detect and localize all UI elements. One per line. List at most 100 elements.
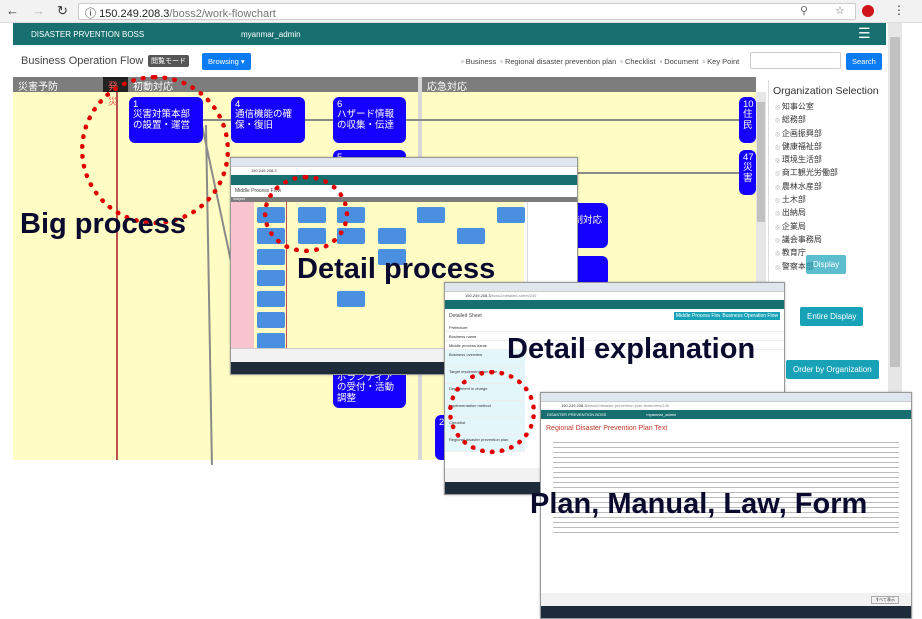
column-header: 応急対応 [422,77,756,93]
organization-option[interactable]: 企業局 [775,221,886,234]
hamburger-icon[interactable]: ☰ [858,25,871,42]
process-box[interactable]: 47 災害 [739,150,756,195]
downloads-bar: すべて表示 [541,593,911,606]
filter-label: Checklist [625,57,656,66]
field-label: Prefecture [445,323,784,332]
url-path: /boss2/detailed-sheet/240 [490,293,537,298]
highlight-circle [263,175,349,253]
toolbar: Business Operation Flow 閲覧モード Browsing ▾… [13,45,886,77]
filter-business[interactable]: ▫ Business [461,57,496,66]
filter-checklist[interactable]: ▫ Checklist [620,57,655,66]
subject-column [231,202,254,352]
subject-header: Subject [233,197,245,201]
address-bar[interactable]: ⓘ 150.249.208.3/boss2/work-flowchart [78,3,856,20]
highlight-circle [80,75,230,225]
filter-label: Business [465,57,497,66]
process-text: 通信機能の確保・復旧 [235,109,293,131]
organization-option[interactable]: 総務部 [775,114,886,127]
url-host: 150.249.208.3 [465,293,491,298]
filter-label: Document [664,57,699,66]
process-box[interactable]: ボランティアの受付・活動調整 [333,370,406,408]
navbar: DISASTER PRVENTION BOSS myanmar_admin ☰ [13,23,886,45]
user-name: myanmar_admin [646,412,677,417]
organization-option[interactable]: 議会事務局 [775,234,886,247]
detail-box[interactable] [257,249,285,265]
url-path: /boss2/disaster-prevention-plan-texts/vi… [586,403,670,408]
navbar: DISASTER PREVENTION BOSS myanmar_admin [541,410,911,419]
process-text: 住民 [743,109,753,131]
big-process-label: Big process [20,208,186,240]
filter-regional-plan[interactable]: ▫ Regional disaster prevention plan [500,57,616,66]
url-path: /boss2/work-flowchart [169,8,276,20]
detail-explanation-label: Detail explanation [507,333,756,365]
organization-option[interactable]: 企画振興部 [775,128,886,141]
business-flow-button[interactable]: Business Operation Flow [720,312,780,320]
plan-manual-label: Plan, Manual, Law, Form [530,488,868,520]
organization-option[interactable]: 環境生活部 [775,154,886,167]
organization-option[interactable]: 土木部 [775,194,886,207]
filter-key-point[interactable]: ▫ Key Point [702,57,739,66]
plan-title: Regional Disaster Prevention Plan Text [546,425,668,432]
star-icon[interactable]: ☆ [835,4,845,17]
page-title: Business Operation Flow [21,55,144,67]
filter-label: Regional disaster prevention plan [504,57,617,66]
search-button[interactable]: Search [846,53,882,70]
organization-option[interactable]: 商工観光労働部 [775,167,886,180]
organization-option[interactable]: 出納局 [775,207,886,220]
organization-option[interactable]: 農林水産部 [775,181,886,194]
display-button[interactable]: Display [806,255,847,274]
zoom-icon[interactable]: ⚲ [800,4,808,17]
detail-box[interactable] [337,291,365,307]
detail-box[interactable] [378,228,406,244]
process-box[interactable]: 6 ハザード情報の収集・伝達 [333,97,406,143]
highlight-circle [448,370,536,454]
browser-toolbar: ← → ↻ ⓘ 150.249.208.3/boss2/work-flowcha… [0,0,922,23]
address-bar: 150.249.208.3/boss2/detailed-sheet/240 [445,292,784,300]
detail-box[interactable] [257,270,285,286]
organization-title: Organization Selection [773,85,879,97]
show-all-button[interactable]: すべて表示 [871,596,899,604]
user-name: myanmar_admin [241,30,301,39]
browser-tabs [231,158,577,167]
process-text: ハザード情報の収集・伝達 [337,109,395,131]
detail-box[interactable] [257,312,285,328]
middle-flow-button[interactable]: Middle Process Flow [673,312,724,320]
column-header: 災害予防 [13,77,103,93]
toolbar: Detailed Sheet Middle Process Flow Busin… [445,309,784,323]
detail-box[interactable] [457,228,485,244]
detail-box[interactable] [417,207,445,223]
address-bar: 150.249.208.3 [231,167,577,175]
reload-icon[interactable]: ↻ [57,3,68,19]
brand[interactable]: DISASTER PRVENTION BOSS [31,30,144,39]
forward-icon[interactable]: → [32,3,45,18]
page-title: Detailed Sheet [449,313,482,319]
organization-list: 知事公室総務部企画振興部健康福祉部環境生活部商工観光労働部農林水産部土木部出納局… [769,101,886,274]
connector [406,119,739,121]
search-input[interactable] [750,52,841,69]
browsing-dropdown[interactable]: Browsing ▾ [202,53,251,70]
browser-tabs [541,393,911,402]
extension-icon[interactable] [862,5,874,17]
detail-box[interactable] [257,291,285,307]
filter-label: Key Point [707,57,740,66]
taskbar [541,606,911,618]
organization-option[interactable]: 知事公室 [775,101,886,114]
detail-box[interactable] [257,333,285,349]
detail-process-label: Detail process [297,253,496,285]
process-box[interactable]: 10 住民 [739,97,756,143]
filter-document[interactable]: ▫ Document [659,57,698,66]
menu-icon[interactable]: ⋮ [893,3,905,17]
url-host: 150.249.208.3 [561,403,587,408]
browser-tabs [445,283,784,292]
connector [305,119,333,121]
mode-badge: 閲覧モード [148,55,189,67]
detail-box[interactable] [497,207,525,223]
order-by-organization-button[interactable]: Order by Organization [786,360,879,379]
address-bar: 150.249.208.3/boss2/disaster-prevention-… [541,402,911,410]
organization-option[interactable]: 健康福祉部 [775,141,886,154]
back-icon[interactable]: ← [6,3,19,18]
process-box[interactable]: 4 通信機能の確保・復旧 [231,97,305,143]
navbar [445,300,784,309]
entire-display-button[interactable]: Entire Display [800,307,864,326]
url-host: 150.249.208.3 [251,168,277,173]
